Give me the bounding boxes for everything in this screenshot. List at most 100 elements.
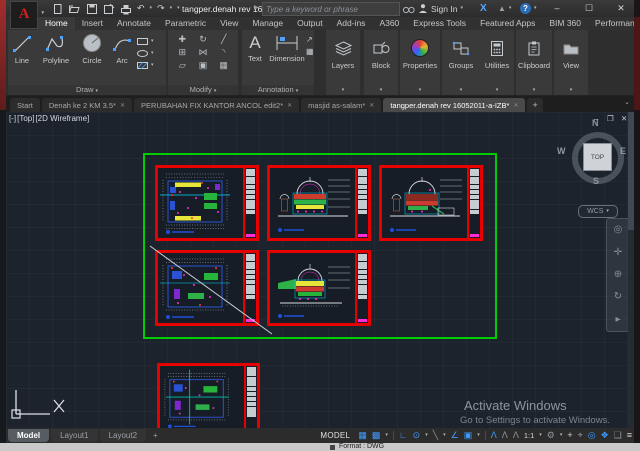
drawing-sheet-elevation-2[interactable] [379,165,483,241]
ribbon-tab-manage[interactable]: Manage [245,17,290,30]
layout2-tab[interactable]: Layout2 [100,429,146,442]
trim-tool-icon[interactable]: ╱ [215,33,232,45]
properties-panel[interactable]: Properties ▾ [400,30,440,95]
redo-icon[interactable]: ↷ [157,3,165,14]
annotation-panel-label[interactable]: Annotation ▾ [242,85,314,95]
copy-tool-icon[interactable]: ⊞ [174,46,191,58]
annotation-autoscale-icon[interactable]: Λ [502,429,508,442]
file-tab-active[interactable]: tangper.denah rev 16052011-a-IZB*✕ [383,98,525,112]
viewcube-south[interactable]: S [593,176,599,186]
rectangle-tool[interactable]: ▾ [136,37,154,46]
iso-dropdown-icon[interactable]: ▾ [443,433,446,438]
new-layout-button[interactable]: + [148,429,163,442]
qat-customize-icon[interactable]: ▾ [177,6,180,11]
mirror-tool-icon[interactable]: ⋈ [195,46,212,58]
save-icon[interactable] [86,3,98,15]
a360-icon[interactable]: ▲ [498,4,506,13]
ribbon-tab-output[interactable]: Output [290,17,330,30]
viewcube-west[interactable]: W [557,146,566,156]
move-tool-icon[interactable]: ✚ [174,33,191,45]
view-panel[interactable]: View ▾ [554,30,588,95]
rotate-tool-icon[interactable]: ↻ [195,33,212,45]
ribbon-tab-featured-apps[interactable]: Featured Apps [473,17,542,30]
text-tool[interactable]: A Text [242,33,268,63]
units-icon[interactable]: ⌖ [578,429,583,442]
drawing-sheet-section[interactable] [267,250,371,326]
close-tab-icon[interactable]: ✕ [287,102,292,109]
fillet-tool-icon[interactable]: ◝ [215,46,232,58]
workspace-dropdown-icon[interactable]: ▾ [560,433,563,438]
scale-tool-icon[interactable]: ▣ [195,59,212,71]
polar-tracking-icon[interactable]: ⊙ [413,429,421,442]
drawing-canvas[interactable]: [-] [Top] [2D Wireframe] – ❐ ✕ TOP N W E… [6,112,634,428]
file-tab[interactable]: masjid as-salam*✕ [301,98,381,112]
object-snap-tracking-icon[interactable]: ∠ [451,429,459,442]
scale-dropdown-icon[interactable]: ▾ [539,433,542,438]
array-tool-icon[interactable]: ▦ [215,59,232,71]
layout1-tab[interactable]: Layout1 [51,429,97,442]
dimension-tool[interactable]: Dimension [268,33,306,63]
annotation-sync-icon[interactable]: Λ [513,429,519,442]
ribbon-tab-view[interactable]: View [213,17,245,30]
utilities-panel[interactable]: Utilities ▾ [480,30,514,95]
undo-dropdown-icon[interactable]: ▾ [150,6,153,11]
viewcube-top-face[interactable]: TOP [583,143,612,171]
redo-dropdown-icon[interactable]: ▾ [170,6,173,11]
ribbon-tab-bim360[interactable]: BIM 360 [542,17,588,30]
ribbon-tab-addins[interactable]: Add-ins [330,17,373,30]
circle-tool[interactable]: Circle [76,33,108,65]
sign-in-dropdown-icon[interactable]: ▾ [460,6,463,11]
draw-panel-label[interactable]: Draw ▾ [8,85,166,95]
viewport-minus-control[interactable]: [-] [9,114,16,123]
file-tab[interactable]: PERUBAHAN FIX KANTOR ANCOL edit2*✕ [134,98,299,112]
modify-panel-label[interactable]: Modify ▾ [168,85,238,95]
hatch-tool[interactable]: ▾ [136,61,154,70]
table-tool-icon[interactable]: ▦ [306,47,314,56]
file-tab[interactable]: Denah ke 2 KM 3.5*✕ [42,98,132,112]
steering-wheel-icon[interactable]: ◎ [614,225,623,235]
model-tab[interactable]: Model [8,429,49,442]
exchange-apps-icon[interactable]: X [480,3,487,14]
workspace-gear-icon[interactable]: ⚙ [547,429,555,442]
drawing-sheet-plan-3[interactable] [157,363,260,428]
new-file-icon[interactable] [52,3,63,15]
ribbon-tab-insert[interactable]: Insert [75,17,110,30]
close-tab-icon[interactable]: ✕ [513,102,518,109]
minimize-button[interactable]: – [544,0,570,16]
clean-screen-icon[interactable]: ❏ [614,429,622,442]
ellipse-tool[interactable]: ▾ [136,49,154,58]
close-button[interactable]: ✕ [608,0,634,16]
line-tool[interactable]: Line [8,33,36,65]
polyline-tool[interactable]: Polyline [36,33,76,65]
isolate-objects-icon[interactable]: ◎ [588,429,596,442]
model-space-button[interactable]: MODEL [320,431,350,440]
sign-in-area[interactable]: Sign In ▾ [418,2,463,15]
ortho-mode-icon[interactable]: ∟ [399,429,408,442]
block-panel[interactable]: Block ▾ [364,30,398,95]
undo-icon[interactable]: ↶ [137,3,145,14]
object-snap-icon[interactable]: ▣ [464,429,473,442]
drawing-sheet-elevation-1[interactable] [267,165,371,241]
pan-icon[interactable]: ✛ [614,248,622,258]
save-as-icon[interactable] [103,3,115,15]
help-icon[interactable]: ? [520,3,531,14]
ribbon-tab-home[interactable]: Home [38,17,75,30]
ucs-icon[interactable] [8,388,72,426]
help-dropdown-icon[interactable]: ▾ [534,6,537,11]
viewcube-north[interactable]: N [592,118,599,128]
autocad-logo-icon[interactable]: A▾ [10,1,38,29]
customization-icon[interactable]: ≡ [627,429,632,442]
wcs-menu[interactable]: WCS▾ [578,205,618,218]
new-tab-button[interactable]: + [527,98,542,112]
ribbon-tab-parametric[interactable]: Parametric [158,17,213,30]
viewport-close-icon[interactable]: ✕ [621,114,627,123]
clipboard-panel[interactable]: Clipboard ▾ [516,30,552,95]
search-box[interactable] [262,2,400,16]
viewport-view-control[interactable]: [Top] [17,114,34,123]
open-file-icon[interactable] [68,3,81,15]
snap-dropdown-icon[interactable]: ▾ [385,433,388,438]
showmotion-icon[interactable]: ▸ [615,315,620,325]
orbit-icon[interactable]: ↻ [614,292,622,302]
zoom-icon[interactable]: ⊕ [614,270,622,280]
title-expand-icon[interactable]: ▶ [254,4,259,11]
